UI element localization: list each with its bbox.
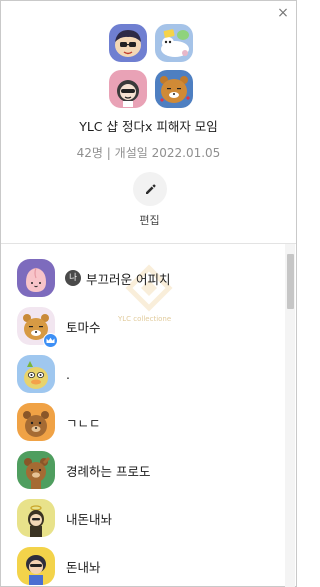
room-meta: 42명 | 개설일 2022.01.05: [1, 144, 296, 161]
open-chat-info-window: × YLC 샵 정다x 피해자 모임 42명 | 개설일 2022.01.05 …: [0, 0, 297, 587]
opened-date: 개설일 2022.01.05: [114, 146, 221, 160]
member-name: 경례하는 프로도: [66, 463, 151, 479]
member-name: 토마수: [66, 319, 101, 335]
room-avatar-ryan: [155, 70, 193, 108]
member-avatar: [17, 355, 55, 393]
room-profile-image-grid: [109, 24, 193, 108]
room-title: YLC 샵 정다x 피해자 모임: [79, 119, 218, 134]
host-crown-badge: [43, 333, 58, 348]
member-list-scrollbar[interactable]: [285, 244, 295, 587]
member-row-me[interactable]: 나 부끄러운 어피치: [17, 259, 170, 297]
member-name: .: [66, 366, 70, 382]
member-avatar: [17, 307, 58, 348]
edit-button[interactable]: [133, 172, 167, 206]
member-name: 돈내놔: [66, 559, 101, 575]
member-name: 내돈내놔: [66, 511, 113, 527]
crown-icon: [46, 337, 55, 343]
member-name: ㄱㄴㄷ: [66, 415, 101, 431]
member-avatar: [17, 451, 55, 489]
member-list[interactable]: YLC collectione 나 부끄러운 어피치 토마수 . ㄱㄴㄷ 경례하…: [1, 244, 286, 587]
member-row[interactable]: 돈내놔: [17, 547, 101, 585]
scrollbar-thumb[interactable]: [287, 254, 294, 309]
member-row[interactable]: ㄱㄴㄷ: [17, 403, 101, 441]
meta-separator: |: [106, 146, 111, 160]
member-avatar: [17, 403, 55, 441]
me-badge: 나: [65, 270, 81, 286]
room-avatar-muzi: [155, 24, 193, 62]
member-count: 42명: [76, 146, 103, 160]
member-row[interactable]: 토마수: [17, 307, 101, 348]
member-row[interactable]: 내돈내놔: [17, 499, 112, 537]
member-row[interactable]: .: [17, 355, 70, 393]
room-avatar-jayg: [109, 70, 147, 108]
edit-label: 편집: [139, 214, 160, 227]
member-row[interactable]: 경례하는 프로도: [17, 451, 150, 489]
room-profile-header: YLC 샵 정다x 피해자 모임 42명 | 개설일 2022.01.05 편집: [1, 1, 296, 243]
room-avatar-neo: [109, 24, 147, 62]
member-avatar: [17, 259, 55, 297]
member-name: 부끄러운 어피치: [86, 271, 171, 287]
member-avatar: [17, 547, 55, 585]
member-avatar: [17, 499, 55, 537]
pencil-icon: [145, 183, 156, 194]
watermark-text: YLC collectione: [118, 315, 172, 323]
